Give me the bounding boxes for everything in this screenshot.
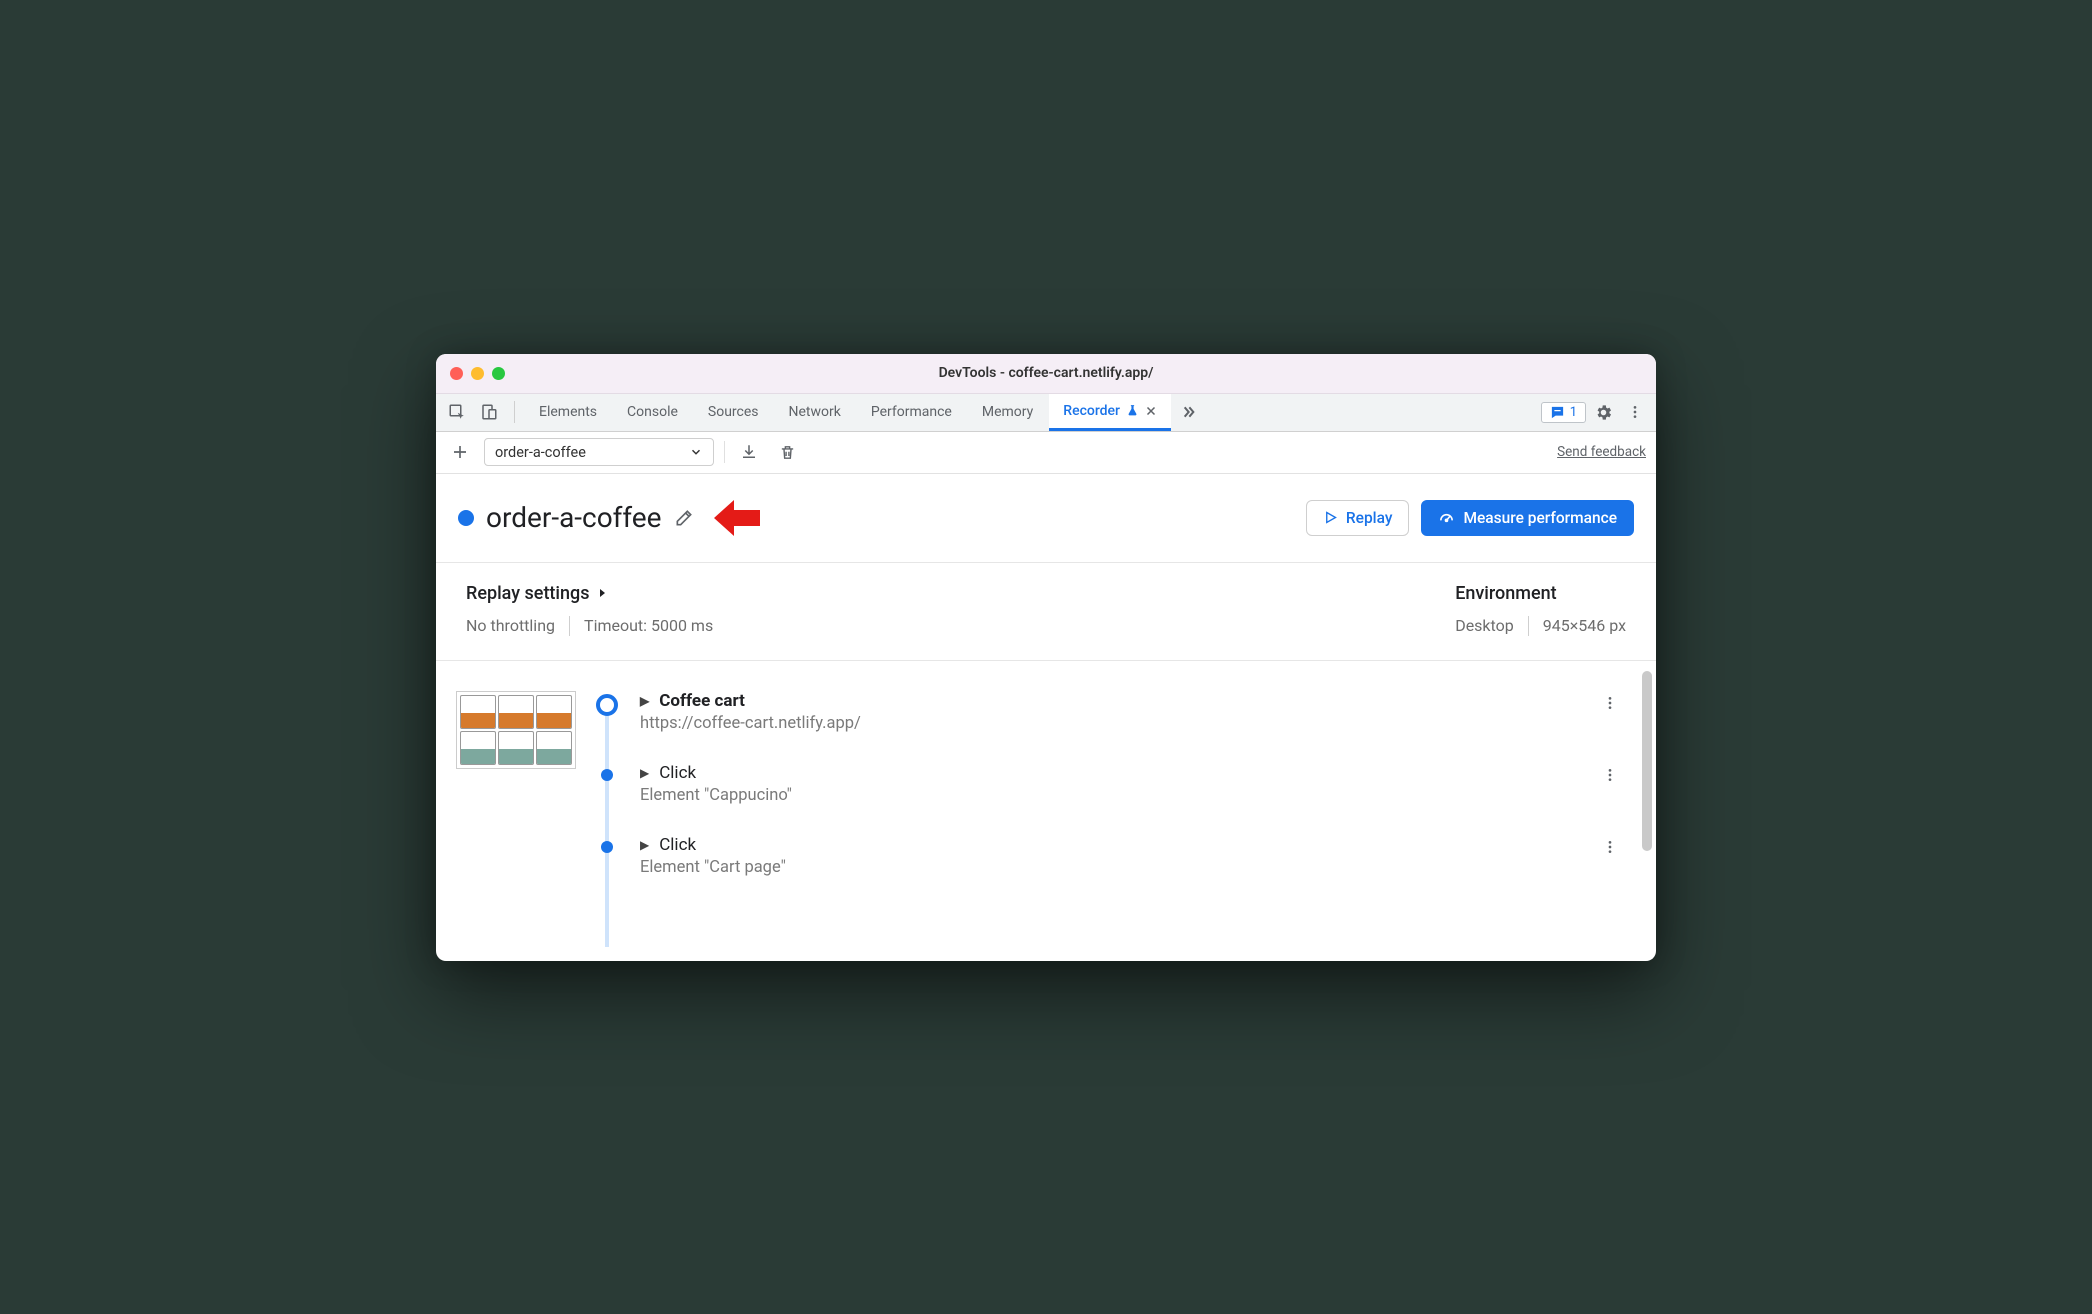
- throttling-value: No throttling: [466, 616, 555, 635]
- step-node-icon: [596, 694, 618, 716]
- tab-recorder[interactable]: Recorder: [1049, 393, 1171, 431]
- arrow-annotation-icon: [712, 498, 762, 538]
- viewport-value: 945×546 px: [1543, 616, 1626, 635]
- chevron-right-icon: ▶: [640, 694, 649, 708]
- maximize-window-button[interactable]: [492, 367, 505, 380]
- delete-button[interactable]: [773, 438, 801, 466]
- step-more-button[interactable]: [1602, 839, 1626, 855]
- measure-label: Measure performance: [1463, 509, 1617, 527]
- flask-icon: [1126, 404, 1139, 417]
- settings-row: Replay settings No throttling Timeout: 5…: [436, 563, 1656, 661]
- inspect-element-icon[interactable]: [442, 397, 472, 427]
- measure-performance-button[interactable]: Measure performance: [1421, 500, 1634, 536]
- chevron-right-icon: ▶: [640, 766, 649, 780]
- timeline-line: [605, 699, 609, 947]
- divider: [724, 441, 725, 463]
- recording-name: order-a-coffee: [486, 501, 662, 534]
- close-tab-icon[interactable]: [1145, 405, 1157, 417]
- device-value: Desktop: [1455, 616, 1514, 635]
- steps-area: ▶ Coffee cart https://coffee-cart.netlif…: [436, 661, 1656, 961]
- window-title: DevTools - coffee-cart.netlify.app/: [436, 365, 1656, 381]
- replay-settings-toggle[interactable]: Replay settings: [466, 583, 713, 604]
- step-subtitle: https://coffee-cart.netlify.app/: [640, 714, 1636, 733]
- close-window-button[interactable]: [450, 367, 463, 380]
- replay-label: Replay: [1346, 509, 1393, 527]
- devtools-tabbar: Elements Console Sources Network Perform…: [436, 394, 1656, 432]
- step-more-button[interactable]: [1602, 695, 1626, 711]
- chevron-right-icon: ▶: [640, 838, 649, 852]
- tab-elements[interactable]: Elements: [525, 393, 611, 431]
- chevron-down-icon: [689, 445, 703, 459]
- replay-button[interactable]: Replay: [1306, 500, 1410, 536]
- step-more-button[interactable]: [1602, 767, 1626, 783]
- feedback-link[interactable]: Send feedback: [1557, 444, 1646, 460]
- edit-name-button[interactable]: [674, 508, 694, 528]
- step-item[interactable]: ▶ Click Element "Cappucino": [596, 763, 1636, 805]
- divider: [514, 401, 515, 423]
- play-icon: [1323, 510, 1338, 525]
- issues-count: 1: [1570, 405, 1577, 420]
- step-item[interactable]: ▶ Click Element "Cart page": [596, 835, 1636, 877]
- step-title: Click: [659, 763, 696, 783]
- tab-network[interactable]: Network: [775, 393, 855, 431]
- gauge-icon: [1438, 509, 1455, 526]
- chat-icon: [1550, 405, 1565, 420]
- devtools-window: DevTools - coffee-cart.netlify.app/ Elem…: [436, 354, 1656, 961]
- export-button[interactable]: [735, 438, 763, 466]
- status-dot: [458, 510, 474, 526]
- kebab-menu-icon[interactable]: [1620, 397, 1650, 427]
- chevron-right-icon: [596, 587, 608, 599]
- tab-memory[interactable]: Memory: [968, 393, 1047, 431]
- environment-heading: Environment: [1455, 583, 1626, 604]
- new-recording-button[interactable]: [446, 438, 474, 466]
- step-title: Coffee cart: [659, 691, 745, 711]
- scrollbar[interactable]: [1642, 671, 1652, 851]
- step-title: Click: [659, 835, 696, 855]
- more-tabs-icon[interactable]: [1173, 397, 1203, 427]
- tab-performance[interactable]: Performance: [857, 393, 966, 431]
- step-node-icon: [601, 769, 613, 781]
- timeout-value: Timeout: 5000 ms: [584, 616, 713, 635]
- tab-console[interactable]: Console: [613, 393, 692, 431]
- steps-timeline: ▶ Coffee cart https://coffee-cart.netlif…: [596, 691, 1636, 907]
- window-controls: [450, 367, 505, 380]
- titlebar: DevTools - coffee-cart.netlify.app/: [436, 354, 1656, 394]
- divider: [569, 616, 570, 636]
- minimize-window-button[interactable]: [471, 367, 484, 380]
- settings-icon[interactable]: [1588, 397, 1618, 427]
- tab-sources[interactable]: Sources: [694, 393, 773, 431]
- recording-select[interactable]: order-a-coffee: [484, 438, 714, 466]
- recording-header: order-a-coffee Replay Measure performanc…: [436, 474, 1656, 563]
- step-item[interactable]: ▶ Coffee cart https://coffee-cart.netlif…: [596, 691, 1636, 733]
- step-node-icon: [601, 841, 613, 853]
- step-subtitle: Element "Cart page": [640, 858, 1636, 877]
- device-toolbar-icon[interactable]: [474, 397, 504, 427]
- step-subtitle: Element "Cappucino": [640, 786, 1636, 805]
- tab-label: Recorder: [1063, 403, 1120, 419]
- issues-badge[interactable]: 1: [1541, 402, 1586, 423]
- replay-settings-label: Replay settings: [466, 583, 590, 604]
- recording-select-value: order-a-coffee: [495, 444, 586, 461]
- step-thumbnail: [456, 691, 576, 769]
- divider: [1528, 616, 1529, 636]
- recorder-toolbar: order-a-coffee Send feedback: [436, 432, 1656, 474]
